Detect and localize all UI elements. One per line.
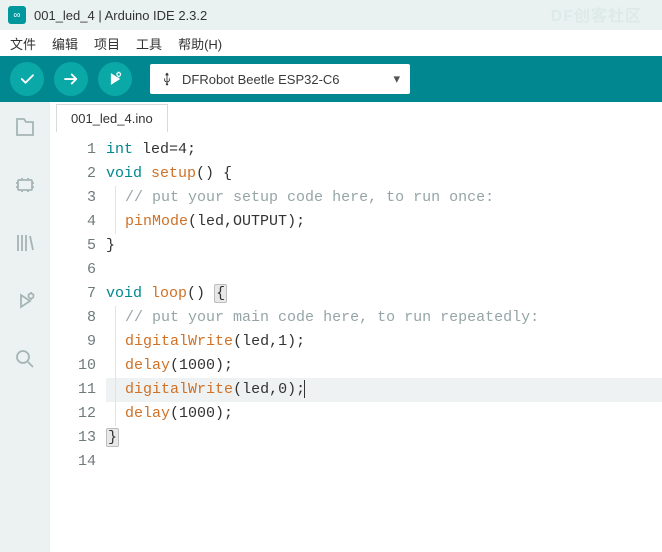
debug-icon[interactable] (10, 286, 40, 316)
upload-button[interactable] (54, 62, 88, 96)
text-cursor (304, 380, 305, 398)
code-editor[interactable]: 1234567891011121314 int led=4;void setup… (50, 132, 662, 552)
editor-area: 001_led_4.ino 1234567891011121314 int le… (50, 102, 662, 552)
main-area: 001_led_4.ino 1234567891011121314 int le… (0, 102, 662, 552)
verify-button[interactable] (10, 62, 44, 96)
code-line-7[interactable]: void loop() { (106, 282, 662, 306)
code-line-6[interactable] (106, 258, 662, 282)
explorer-icon[interactable] (10, 112, 40, 142)
code-line-4[interactable]: pinMode(led,OUTPUT); (106, 210, 662, 234)
code-line-9[interactable]: digitalWrite(led,1); (106, 330, 662, 354)
usb-icon (160, 71, 174, 87)
code-line-12[interactable]: delay(1000); (106, 402, 662, 426)
code-line-3[interactable]: // put your setup code here, to run once… (106, 186, 662, 210)
menu-file[interactable]: 文件 (10, 34, 36, 53)
code-line-10[interactable]: delay(1000); (106, 354, 662, 378)
tabs: 001_led_4.ino (50, 102, 662, 132)
watermark: DF创客社区 (551, 2, 642, 26)
code-line-13[interactable]: } (106, 426, 662, 450)
debug-button[interactable] (98, 62, 132, 96)
menu-tools[interactable]: 工具 (136, 34, 162, 53)
menu-edit[interactable]: 编辑 (52, 34, 78, 53)
line-gutter: 1234567891011121314 (50, 138, 106, 552)
code-line-2[interactable]: void setup() { (106, 162, 662, 186)
menu-help[interactable]: 帮助(H) (178, 34, 222, 53)
board-name: DFRobot Beetle ESP32-C6 (182, 72, 340, 87)
boards-manager-icon[interactable] (10, 170, 40, 200)
toolbar: DFRobot Beetle ESP32-C6 ▾ (0, 56, 662, 102)
search-icon[interactable] (10, 344, 40, 374)
code-line-8[interactable]: // put your main code here, to run repea… (106, 306, 662, 330)
library-manager-icon[interactable] (10, 228, 40, 258)
code-line-5[interactable]: } (106, 234, 662, 258)
sidebar (0, 102, 50, 552)
titlebar: ∞ 001_led_4 | Arduino IDE 2.3.2 DF创客社区 (0, 0, 662, 30)
code-line-14[interactable] (106, 450, 662, 474)
board-selector[interactable]: DFRobot Beetle ESP32-C6 ▾ (150, 64, 410, 94)
chevron-down-icon: ▾ (393, 71, 400, 87)
window-title: 001_led_4 | Arduino IDE 2.3.2 (34, 8, 207, 23)
menu-project[interactable]: 项目 (94, 34, 120, 53)
code-lines[interactable]: int led=4;void setup() { // put your set… (106, 138, 662, 552)
tab-file[interactable]: 001_led_4.ino (56, 104, 168, 132)
menubar: 文件 编辑 项目 工具 帮助(H) (0, 30, 662, 56)
code-line-1[interactable]: int led=4; (106, 138, 662, 162)
code-line-11[interactable]: digitalWrite(led,0); (106, 378, 662, 402)
arduino-logo-icon: ∞ (8, 6, 26, 24)
